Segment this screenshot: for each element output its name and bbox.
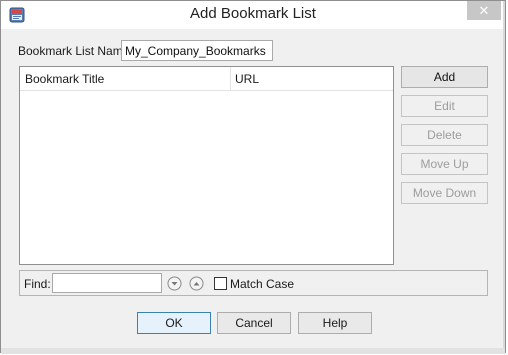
window-edge — [503, 1, 505, 354]
find-next-down-icon[interactable] — [167, 276, 182, 291]
cancel-button[interactable]: Cancel — [217, 312, 291, 334]
bottom-edge — [1, 348, 505, 354]
match-case-label[interactable]: Match Case — [230, 277, 294, 291]
match-case-checkbox[interactable] — [214, 277, 227, 290]
edit-button[interactable]: Edit — [401, 95, 488, 117]
find-bar: Find: Match Case — [19, 270, 488, 296]
bookmarks-table[interactable]: Bookmark Title URL — [19, 66, 394, 265]
add-bookmark-list-dialog: Add Bookmark List ✕ Bookmark List Name: … — [0, 0, 506, 354]
close-button[interactable]: ✕ — [467, 1, 501, 20]
find-input[interactable] — [52, 273, 162, 293]
find-previous-up-icon[interactable] — [189, 276, 204, 291]
dialog-title: Add Bookmark List — [190, 5, 316, 22]
bookmark-list-name-input[interactable] — [121, 40, 273, 61]
move-up-button[interactable]: Move Up — [401, 153, 488, 175]
delete-button[interactable]: Delete — [401, 124, 488, 146]
bookmark-list-name-label: Bookmark List Name: — [18, 44, 133, 58]
help-button[interactable]: Help — [298, 312, 372, 334]
move-down-button[interactable]: Move Down — [401, 182, 488, 204]
close-icon: ✕ — [478, 3, 490, 18]
ok-button[interactable]: OK — [137, 312, 211, 334]
table-header: Bookmark Title URL — [20, 67, 393, 91]
title-bar[interactable]: Add Bookmark List ✕ — [1, 1, 505, 29]
column-header-url[interactable]: URL — [231, 67, 393, 91]
find-label: Find: — [24, 277, 51, 291]
add-button[interactable]: Add — [401, 66, 488, 88]
column-header-bookmark-title[interactable]: Bookmark Title — [20, 67, 231, 91]
